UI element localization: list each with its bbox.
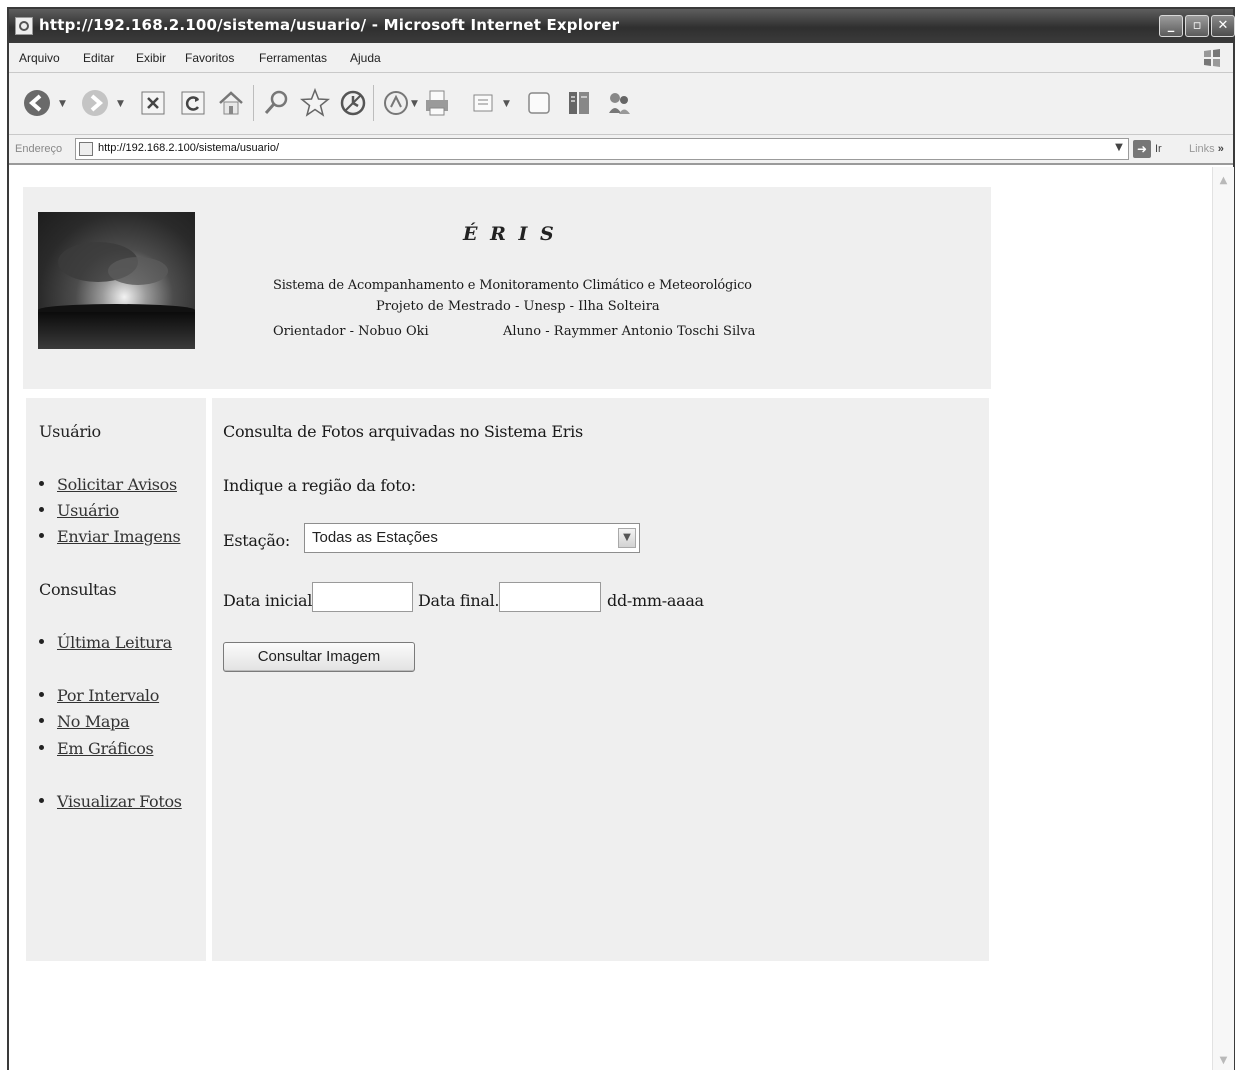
- sidebar-item-em-graficos[interactable]: Em Gráficos: [39, 739, 154, 758]
- home-icon[interactable]: [215, 87, 247, 119]
- address-dropdown-icon[interactable]: ▼: [1111, 140, 1127, 156]
- sidebar-item-no-mapa[interactable]: No Mapa: [39, 712, 130, 731]
- links-button[interactable]: Links »: [1189, 143, 1224, 155]
- sidebar-link-label[interactable]: Por Intervalo: [57, 686, 159, 705]
- sidebar-item-por-intervalo[interactable]: Por Intervalo: [39, 686, 159, 705]
- menu-ajuda[interactable]: Ajuda: [350, 51, 381, 65]
- toolbar-separator: [253, 85, 254, 121]
- back-dropdown-icon[interactable]: ▼: [59, 99, 66, 109]
- photo-cloud: [108, 257, 168, 285]
- toolbar-separator: [373, 85, 374, 121]
- menu-exibir[interactable]: Exibir: [136, 51, 166, 65]
- maximize-button[interactable]: ▫: [1185, 15, 1209, 37]
- title-bar[interactable]: http://192.168.2.100/sistema/usuario/ - …: [9, 9, 1235, 43]
- address-label: Endereço: [15, 143, 63, 155]
- vertical-scrollbar[interactable]: ▲ ▼: [1212, 167, 1234, 1070]
- end-date-input[interactable]: [499, 582, 601, 612]
- research-icon[interactable]: [603, 87, 635, 119]
- search-icon[interactable]: [261, 87, 293, 119]
- minimize-button[interactable]: _: [1159, 15, 1183, 37]
- scroll-up-icon[interactable]: ▲: [1216, 173, 1231, 188]
- menu-arquivo[interactable]: Arquivo: [19, 51, 60, 65]
- address-input[interactable]: http://192.168.2.100/sistema/usuario/: [75, 138, 1129, 160]
- favorites-icon[interactable]: [299, 87, 331, 119]
- station-label: Estação:: [223, 531, 290, 550]
- bullet: [39, 745, 44, 750]
- links-chevron-icon: »: [1217, 143, 1224, 155]
- sunset-photo: [38, 212, 195, 349]
- station-select-value: Todas as Estações: [312, 529, 438, 546]
- start-date-label: Data inicial:: [223, 591, 318, 610]
- window-title: http://192.168.2.100/sistema/usuario/ - …: [39, 16, 620, 34]
- end-date-label: Data final.:: [418, 591, 505, 610]
- advisor-line: Orientador - Nobuo Oki: [273, 324, 429, 339]
- sidebar-item-usuario[interactable]: Usuário: [39, 501, 119, 520]
- sidebar-link-label[interactable]: Solicitar Avisos: [57, 475, 177, 494]
- student-line: Aluno - Raymmer Antonio Toschi Silva: [503, 324, 756, 339]
- edit-dropdown-icon[interactable]: ▼: [503, 99, 510, 109]
- scroll-down-icon[interactable]: ▼: [1216, 1053, 1231, 1068]
- photo-water: [38, 312, 195, 349]
- edit-icon[interactable]: [467, 87, 499, 119]
- mail-dropdown-icon[interactable]: ▼: [411, 99, 418, 109]
- address-url[interactable]: http://192.168.2.100/sistema/usuario/: [98, 142, 279, 154]
- site-header: É R I S Sistema de Acompanhamento e Moni…: [23, 187, 991, 389]
- sidebar-link-label[interactable]: No Mapa: [57, 712, 130, 731]
- sidebar-item-solicitar-avisos[interactable]: Solicitar Avisos: [39, 475, 177, 494]
- sidebar-link-label[interactable]: Enviar Imagens: [57, 527, 181, 546]
- forward-icon[interactable]: [79, 87, 111, 119]
- sidebar-heading-consultas: Consultas: [39, 580, 117, 599]
- sidebar-nav: Usuário Solicitar Avisos Usuário Enviar …: [26, 398, 206, 961]
- ie-page-icon: [15, 17, 33, 35]
- windows-flag-icon: [1204, 49, 1220, 67]
- sidebar-link-label[interactable]: Usuário: [57, 501, 119, 520]
- sidebar-item-ultima-leitura[interactable]: Última Leitura: [39, 633, 172, 652]
- history-icon[interactable]: [337, 87, 369, 119]
- go-arrow-icon[interactable]: ➜: [1133, 140, 1151, 158]
- page-icon: [79, 142, 93, 156]
- menu-bar: Arquivo Editar Exibir Favoritos Ferramen…: [9, 43, 1233, 73]
- refresh-icon[interactable]: [177, 87, 209, 119]
- sidebar-link-label[interactable]: Visualizar Fotos: [57, 792, 182, 811]
- bullet: [39, 507, 44, 512]
- address-bar: Endereço http://192.168.2.100/sistema/us…: [9, 135, 1233, 165]
- consult-image-button[interactable]: Consultar Imagem: [223, 642, 415, 672]
- back-icon[interactable]: [21, 87, 53, 119]
- menu-editar[interactable]: Editar: [83, 51, 114, 65]
- discuss-icon[interactable]: [523, 87, 555, 119]
- date-format-hint: dd-mm-aaaa: [607, 591, 704, 610]
- mail-icon[interactable]: [381, 87, 413, 119]
- sidebar-link-label[interactable]: Última Leitura: [57, 633, 172, 652]
- bullet: [39, 533, 44, 538]
- bullet: [39, 718, 44, 723]
- site-title: É R I S: [463, 223, 557, 245]
- site-subtitle: Sistema de Acompanhamento e Monitorament…: [273, 278, 752, 293]
- bullet: [39, 798, 44, 803]
- bullet: [39, 481, 44, 486]
- page-title: Consulta de Fotos arquivadas no Sistema …: [223, 422, 583, 441]
- messenger-icon[interactable]: [563, 87, 595, 119]
- sidebar-item-enviar-imagens[interactable]: Enviar Imagens: [39, 527, 181, 546]
- stop-icon[interactable]: [137, 87, 169, 119]
- sidebar-link-label[interactable]: Em Gráficos: [57, 739, 154, 758]
- bullet: [39, 692, 44, 697]
- bullet: [39, 639, 44, 644]
- sidebar-item-visualizar-fotos[interactable]: Visualizar Fotos: [39, 792, 182, 811]
- sidebar-heading-usuario: Usuário: [39, 422, 101, 441]
- chevron-down-icon[interactable]: ▼: [618, 528, 636, 548]
- menu-favoritos[interactable]: Favoritos: [185, 51, 234, 65]
- links-label: Links: [1189, 143, 1215, 155]
- close-button[interactable]: ✕: [1211, 15, 1235, 37]
- menu-ferramentas[interactable]: Ferramentas: [259, 51, 327, 65]
- print-icon[interactable]: [421, 87, 453, 119]
- start-date-input[interactable]: [312, 582, 413, 612]
- forward-dropdown-icon[interactable]: ▼: [117, 99, 124, 109]
- go-button[interactable]: Ir: [1155, 143, 1162, 155]
- station-select[interactable]: Todas as Estações ▼: [304, 523, 640, 553]
- toolbar: ▼ ▼ ▼ ▼: [9, 73, 1233, 135]
- region-prompt: Indique a região da foto:: [223, 476, 416, 495]
- project-line: Projeto de Mestrado - Unesp - Ilha Solte…: [376, 299, 660, 314]
- main-content: Consulta de Fotos arquivadas no Sistema …: [212, 398, 989, 961]
